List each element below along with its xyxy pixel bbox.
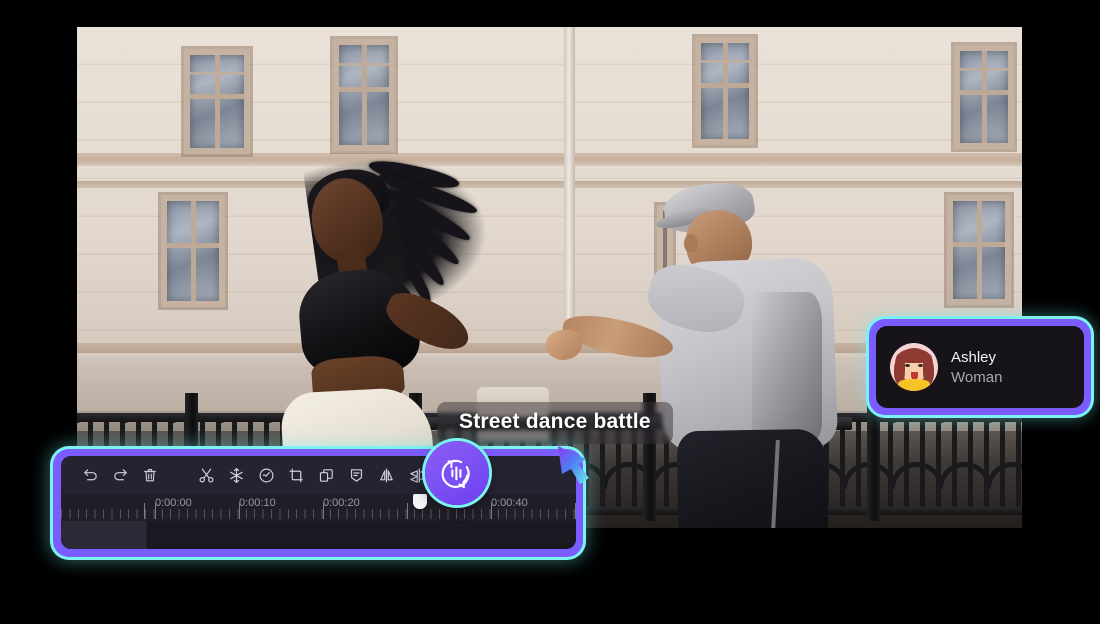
timeline-ruler[interactable]: 0:00:00 0:00:10 0:00:20 0:00:40 [61, 494, 576, 521]
video-caption[interactable]: Street dance battle [437, 402, 673, 444]
speaker-card[interactable]: Ashley Woman [869, 319, 1091, 415]
track-header[interactable] [61, 521, 147, 549]
woman-avatar-icon [890, 343, 938, 391]
building-window [954, 45, 1014, 149]
undo-icon[interactable] [75, 460, 105, 490]
crop-icon[interactable] [281, 460, 311, 490]
building-window [184, 49, 250, 154]
light-pole [564, 27, 575, 357]
caption-text: Street dance battle [459, 410, 651, 433]
facade-cornice-band [77, 153, 1022, 166]
promo-stage: Street dance battle Ashley Woman [0, 0, 1100, 624]
timeline-panel[interactable]: 0:00:00 0:00:10 0:00:20 0:00:40 [53, 449, 583, 557]
building-window [333, 39, 395, 151]
speed-icon[interactable] [251, 460, 281, 490]
building-window [161, 195, 225, 307]
trash-icon[interactable] [135, 460, 165, 490]
speaker-role: Woman [951, 368, 1003, 386]
building-window [947, 195, 1011, 305]
freeze-frame-icon[interactable] [221, 460, 251, 490]
playhead[interactable] [413, 494, 427, 513]
scissors-icon[interactable] [191, 460, 221, 490]
duplicate-icon[interactable] [311, 460, 341, 490]
text-to-speech-button[interactable] [425, 441, 489, 505]
mirror-icon[interactable] [371, 460, 401, 490]
text-to-speech-bubble-icon [441, 459, 470, 489]
captions-icon[interactable] [341, 460, 371, 490]
clip-area[interactable] [147, 521, 576, 549]
editor-toolbar [61, 456, 576, 494]
building-window [695, 37, 755, 145]
dancer-man [544, 172, 902, 528]
speaker-name: Ashley [951, 348, 997, 366]
timeline-tracks[interactable] [61, 521, 576, 549]
redo-icon[interactable] [105, 460, 135, 490]
ruler-major-ticks [61, 503, 576, 519]
